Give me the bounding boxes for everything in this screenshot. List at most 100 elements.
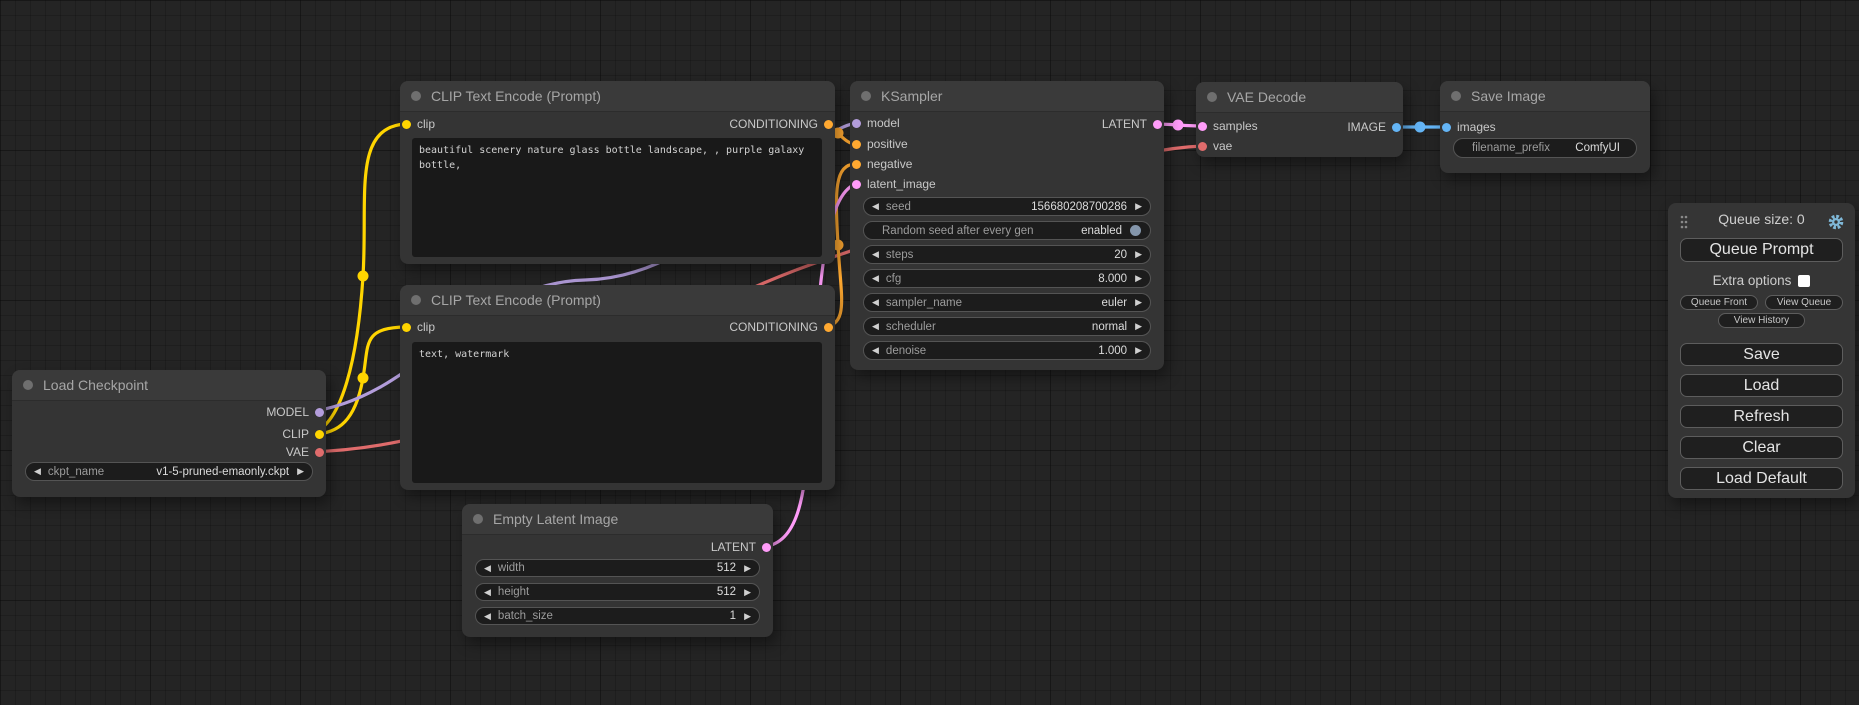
decrement-arrow-icon[interactable]: ◀ xyxy=(484,588,491,597)
input-port-positive[interactable]: positive xyxy=(852,135,908,153)
node-clip-text-encode-negative[interactable]: CLIP Text Encode (Prompt) clip CONDITION… xyxy=(400,285,835,490)
settings-gear-icon[interactable] xyxy=(1827,213,1845,236)
save-button[interactable]: Save xyxy=(1680,343,1843,366)
image-port-dot[interactable] xyxy=(1392,123,1401,132)
view-history-button[interactable]: View History xyxy=(1718,313,1805,328)
collapse-dot[interactable] xyxy=(23,380,33,390)
extra-options-checkbox[interactable] xyxy=(1798,275,1810,287)
node-vae-decode[interactable]: VAE Decode samples vae IMAGE xyxy=(1196,82,1403,157)
widget-label: ckpt_name xyxy=(48,466,104,478)
ckpt-name-widget[interactable]: ◀ ckpt_name v1-5-pruned-emaonly.ckpt ▶ xyxy=(25,462,313,481)
collapse-dot[interactable] xyxy=(473,514,483,524)
input-port-clip[interactable]: clip xyxy=(402,318,435,336)
decrement-arrow-icon[interactable]: ◀ xyxy=(872,298,879,307)
output-port-conditioning[interactable]: CONDITIONING xyxy=(729,318,833,336)
model-port-dot[interactable] xyxy=(315,408,324,417)
decrement-arrow-icon[interactable]: ◀ xyxy=(872,346,879,355)
input-port-negative[interactable]: negative xyxy=(852,155,912,173)
sampler-name-widget[interactable]: ◀ sampler_name euler ▶ xyxy=(863,293,1151,312)
node-empty-latent-image[interactable]: Empty Latent Image LATENT ◀ width 512 ▶ … xyxy=(462,504,773,637)
node-clip-text-encode-positive[interactable]: CLIP Text Encode (Prompt) clip CONDITION… xyxy=(400,81,835,264)
load-default-button[interactable]: Load Default xyxy=(1680,467,1843,490)
latent-port-dot[interactable] xyxy=(852,180,861,189)
output-port-model[interactable]: MODEL xyxy=(266,403,324,421)
width-widget[interactable]: ◀ width 512 ▶ xyxy=(475,559,760,577)
scheduler-widget[interactable]: ◀ scheduler normal ▶ xyxy=(863,317,1151,336)
output-port-clip[interactable]: CLIP xyxy=(282,425,324,443)
increment-arrow-icon[interactable]: ▶ xyxy=(1135,346,1142,355)
increment-arrow-icon[interactable]: ▶ xyxy=(744,612,751,621)
prompt-textarea[interactable]: beautiful scenery nature glass bottle la… xyxy=(412,138,822,257)
conditioning-port-dot[interactable] xyxy=(852,140,861,149)
decrement-arrow-icon[interactable]: ◀ xyxy=(872,250,879,259)
widget-value: 512 xyxy=(717,562,736,574)
port-label: MODEL xyxy=(266,405,309,419)
collapse-dot[interactable] xyxy=(861,91,871,101)
port-label: CLIP xyxy=(282,427,309,441)
latent-port-dot[interactable] xyxy=(1153,120,1162,129)
output-port-conditioning[interactable]: CONDITIONING xyxy=(729,115,833,133)
collapse-dot[interactable] xyxy=(411,91,421,101)
input-port-model[interactable]: model xyxy=(852,114,900,132)
vae-port-dot[interactable] xyxy=(1198,142,1207,151)
increment-arrow-icon[interactable]: ▶ xyxy=(744,588,751,597)
clip-port-dot[interactable] xyxy=(402,323,411,332)
toggle-dot-icon[interactable] xyxy=(1130,225,1141,236)
collapse-dot[interactable] xyxy=(1451,91,1461,101)
decrement-arrow-icon[interactable]: ◀ xyxy=(872,322,879,331)
conditioning-port-dot[interactable] xyxy=(852,160,861,169)
clip-port-dot[interactable] xyxy=(315,430,324,439)
seed-widget[interactable]: ◀ seed 156680208700286 ▶ xyxy=(863,197,1151,216)
decrement-arrow-icon[interactable]: ◀ xyxy=(872,274,879,283)
output-port-vae[interactable]: VAE xyxy=(286,443,324,461)
image-port-dot[interactable] xyxy=(1442,123,1451,132)
collapse-dot[interactable] xyxy=(1207,92,1217,102)
latent-port-dot[interactable] xyxy=(762,543,771,552)
decrement-arrow-icon[interactable]: ◀ xyxy=(484,564,491,573)
increment-arrow-icon[interactable]: ▶ xyxy=(744,564,751,573)
load-button[interactable]: Load xyxy=(1680,374,1843,397)
vae-port-dot[interactable] xyxy=(315,448,324,457)
decrement-arrow-icon[interactable]: ◀ xyxy=(484,612,491,621)
increment-arrow-icon[interactable]: ▶ xyxy=(297,467,304,476)
cfg-widget[interactable]: ◀ cfg 8.000 ▶ xyxy=(863,269,1151,288)
model-port-dot[interactable] xyxy=(852,119,861,128)
input-port-vae[interactable]: vae xyxy=(1198,137,1232,155)
increment-arrow-icon[interactable]: ▶ xyxy=(1135,250,1142,259)
queue-prompt-button[interactable]: Queue Prompt xyxy=(1680,238,1843,262)
clip-port-dot[interactable] xyxy=(402,120,411,129)
conditioning-port-dot[interactable] xyxy=(824,323,833,332)
denoise-widget[interactable]: ◀ denoise 1.000 ▶ xyxy=(863,341,1151,360)
input-port-samples[interactable]: samples xyxy=(1198,117,1258,135)
output-port-latent[interactable]: LATENT xyxy=(1102,115,1162,133)
decrement-arrow-icon[interactable]: ◀ xyxy=(872,202,879,211)
input-port-images[interactable]: images xyxy=(1442,118,1496,136)
increment-arrow-icon[interactable]: ▶ xyxy=(1135,298,1142,307)
node-ksampler[interactable]: KSampler model positive negative latent_… xyxy=(850,81,1164,370)
view-queue-button[interactable]: View Queue xyxy=(1765,295,1843,310)
increment-arrow-icon[interactable]: ▶ xyxy=(1135,202,1142,211)
increment-arrow-icon[interactable]: ▶ xyxy=(1135,322,1142,331)
clear-button[interactable]: Clear xyxy=(1680,436,1843,459)
height-widget[interactable]: ◀ height 512 ▶ xyxy=(475,583,760,601)
increment-arrow-icon[interactable]: ▶ xyxy=(1135,274,1142,283)
node-save-image[interactable]: Save Image images filename_prefix ComfyU… xyxy=(1440,81,1650,173)
input-port-clip[interactable]: clip xyxy=(402,115,435,133)
widget-value: 1.000 xyxy=(1098,345,1127,357)
prompt-textarea[interactable]: text, watermark xyxy=(412,342,822,483)
queue-front-button[interactable]: Queue Front xyxy=(1680,295,1758,310)
latent-port-dot[interactable] xyxy=(1198,122,1207,131)
output-port-latent[interactable]: LATENT xyxy=(711,538,771,556)
node-load-checkpoint[interactable]: Load Checkpoint MODEL CLIP VAE ◀ ckpt_na… xyxy=(12,370,326,497)
batch-size-widget[interactable]: ◀ batch_size 1 ▶ xyxy=(475,607,760,625)
input-port-latent-image[interactable]: latent_image xyxy=(852,175,936,193)
conditioning-port-dot[interactable] xyxy=(824,120,833,129)
decrement-arrow-icon[interactable]: ◀ xyxy=(34,467,41,476)
node-graph-canvas[interactable]: Load Checkpoint MODEL CLIP VAE ◀ ckpt_na… xyxy=(0,0,1859,705)
collapse-dot[interactable] xyxy=(411,295,421,305)
refresh-button[interactable]: Refresh xyxy=(1680,405,1843,428)
filename-prefix-widget[interactable]: filename_prefix ComfyUI xyxy=(1453,138,1637,158)
output-port-image[interactable]: IMAGE xyxy=(1347,118,1401,136)
steps-widget[interactable]: ◀ steps 20 ▶ xyxy=(863,245,1151,264)
random-seed-toggle-widget[interactable]: Random seed after every gen enabled xyxy=(863,221,1151,240)
